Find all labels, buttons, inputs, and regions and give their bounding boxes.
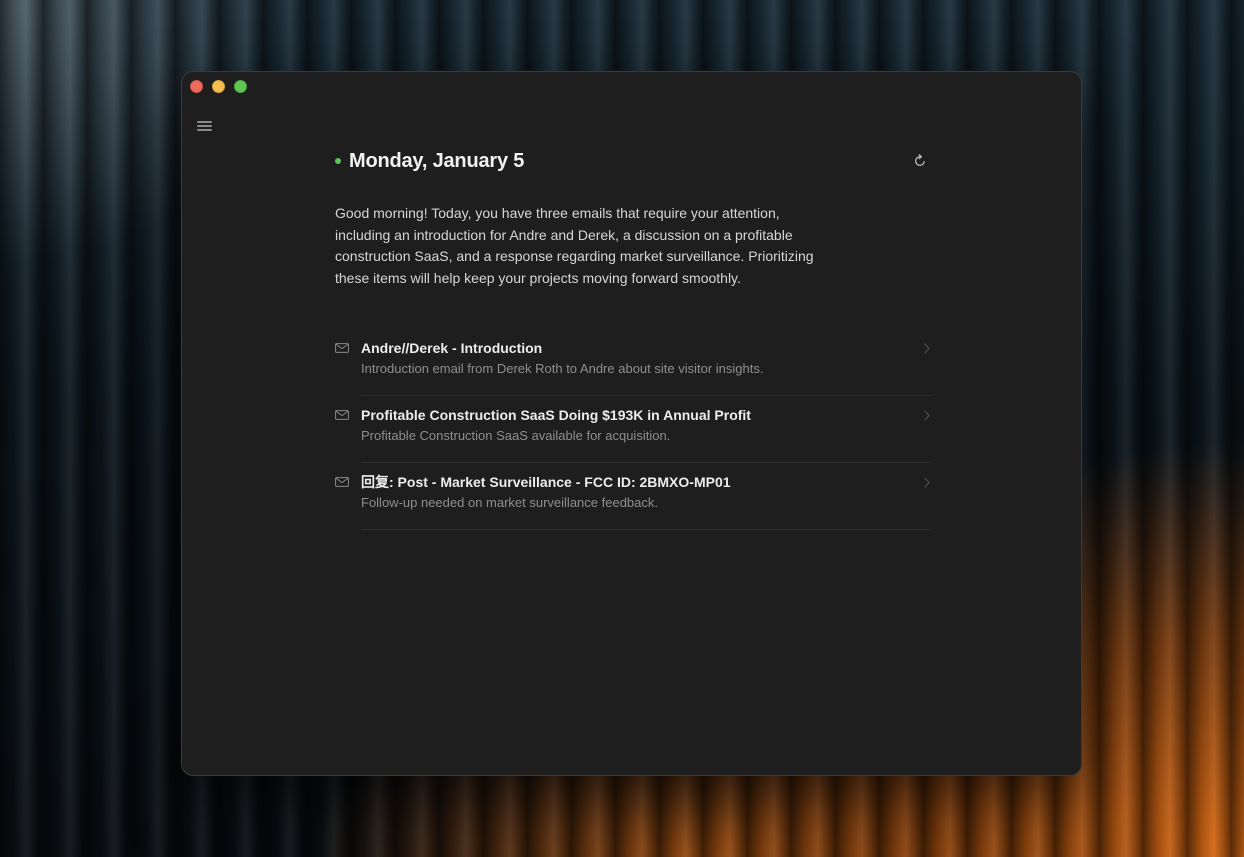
- email-subject: 回复: Post - Market Surveillance - FCC ID:…: [361, 474, 731, 490]
- refresh-icon[interactable]: [913, 154, 927, 168]
- chevron-right-icon: [924, 343, 930, 354]
- email-list-item[interactable]: 回复: Post - Market Surveillance - FCC ID:…: [335, 463, 931, 530]
- email-list: Andre//Derek - Introduction Introduction…: [335, 329, 931, 530]
- window-controls: [190, 80, 247, 93]
- email-list-item[interactable]: Profitable Construction SaaS Doing $193K…: [335, 396, 931, 463]
- chevron-right-icon: [924, 410, 930, 421]
- app-window: Monday, January 5 Good morning! Today, y…: [181, 71, 1082, 776]
- row-divider: [361, 529, 931, 530]
- status-indicator-dot: [335, 158, 341, 164]
- envelope-icon: [335, 410, 349, 420]
- hamburger-menu-icon[interactable]: [197, 121, 212, 131]
- email-snippet: Profitable Construction SaaS available f…: [361, 428, 671, 443]
- email-snippet: Introduction email from Derek Roth to An…: [361, 361, 764, 376]
- page-title: Monday, January 5: [349, 150, 525, 172]
- daily-summary-text: Good morning! Today, you have three emai…: [335, 205, 814, 286]
- date-header: Monday, January 5: [335, 149, 931, 173]
- envelope-icon: [335, 343, 349, 353]
- email-subject: Profitable Construction SaaS Doing $193K…: [361, 407, 751, 423]
- minimize-window-button[interactable]: [212, 80, 225, 93]
- chevron-right-icon: [924, 477, 930, 488]
- envelope-icon: [335, 477, 349, 487]
- maximize-window-button[interactable]: [234, 80, 247, 93]
- close-window-button[interactable]: [190, 80, 203, 93]
- email-snippet: Follow-up needed on market surveillance …: [361, 495, 659, 510]
- email-subject: Andre//Derek - Introduction: [361, 340, 543, 356]
- email-list-item[interactable]: Andre//Derek - Introduction Introduction…: [335, 329, 931, 396]
